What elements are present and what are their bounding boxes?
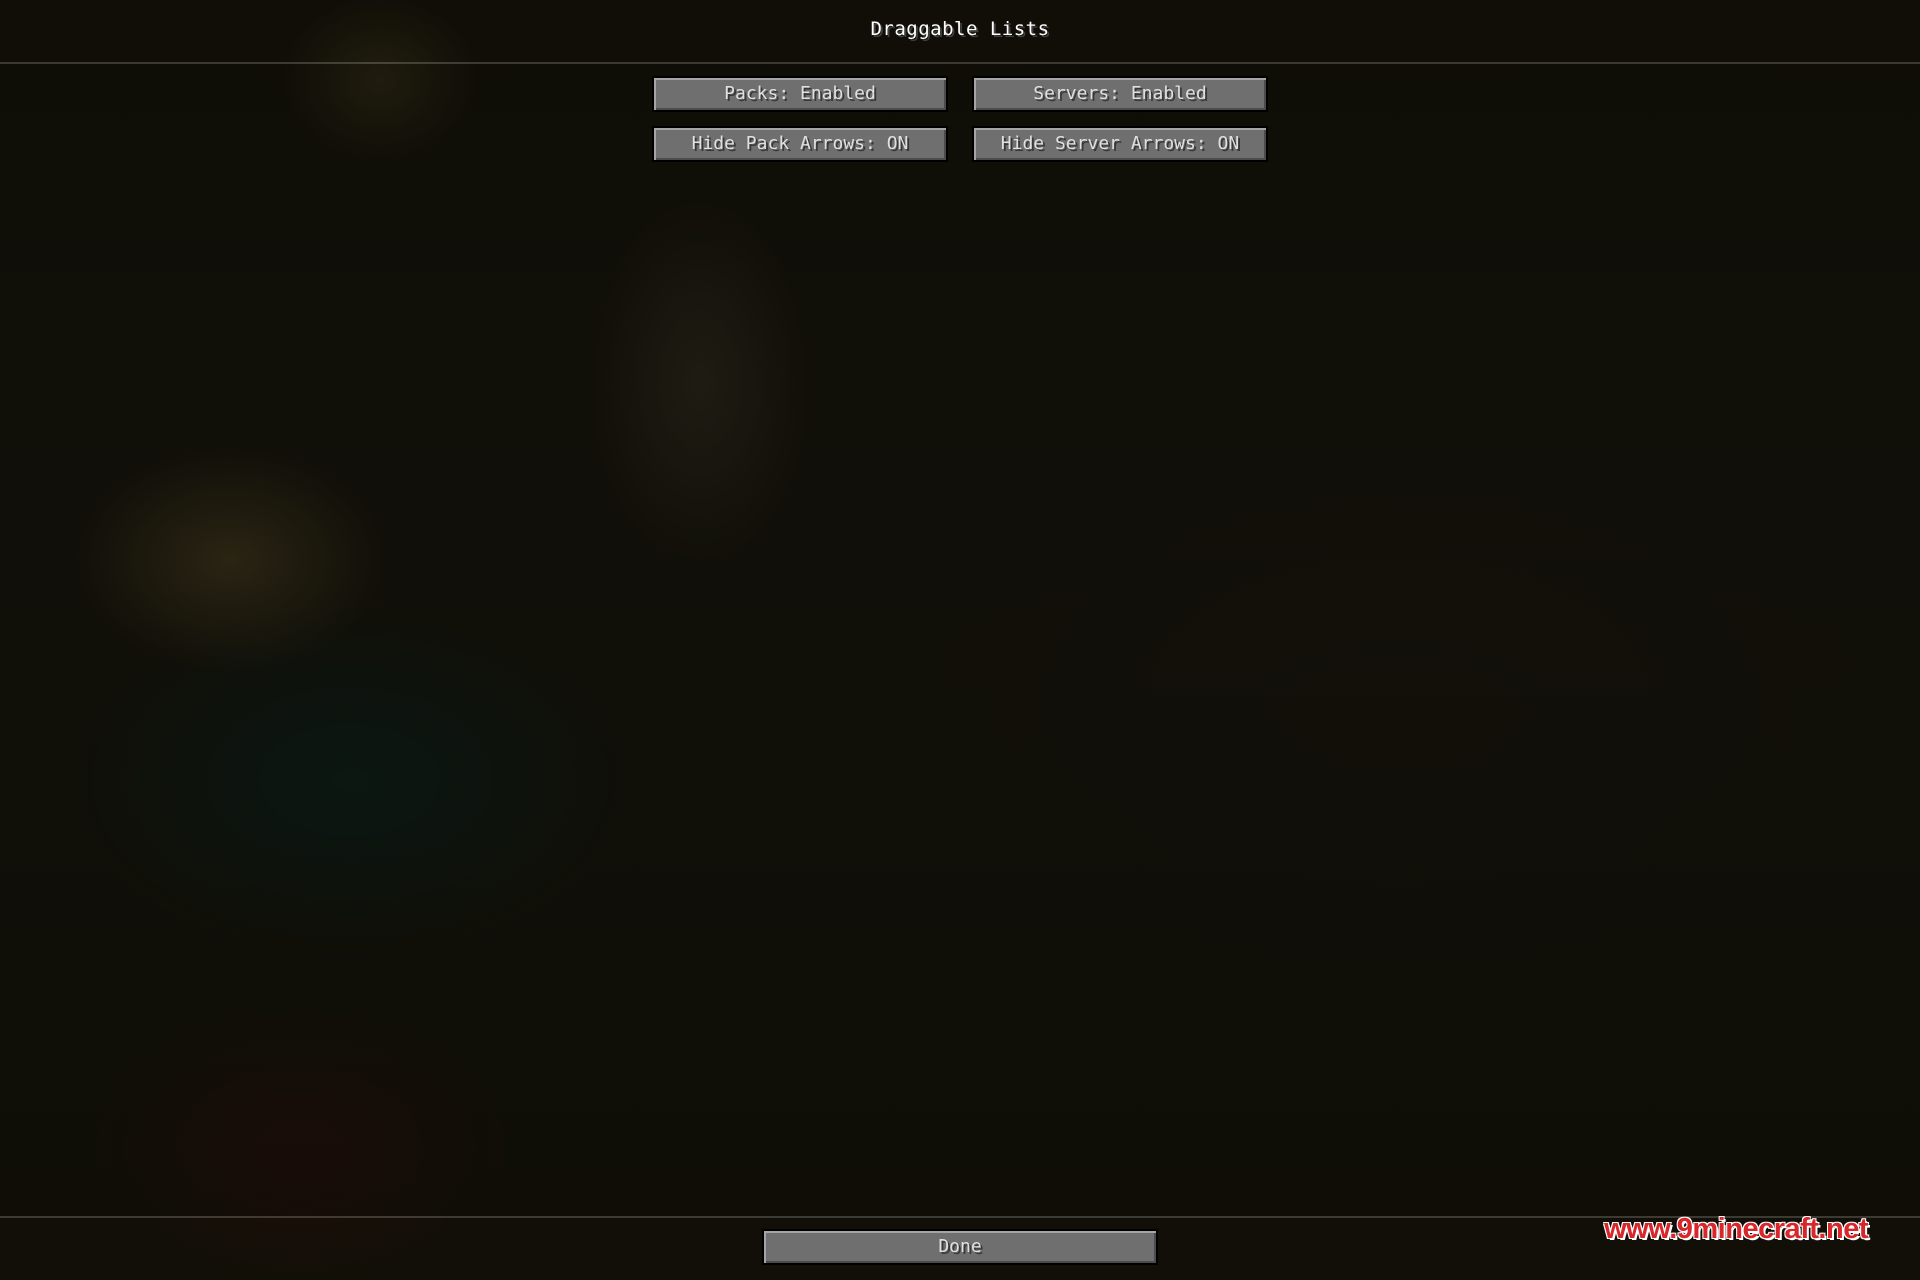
options-screen: Draggable Lists Packs: Enabled Servers: … — [0, 0, 1920, 1280]
packs-toggle-button[interactable]: Packs: Enabled — [652, 76, 948, 112]
options-list-area — [0, 64, 1920, 1216]
done-button[interactable]: Done — [762, 1229, 1158, 1265]
hide-pack-arrows-button[interactable]: Hide Pack Arrows: ON — [652, 126, 948, 162]
servers-toggle-button[interactable]: Servers: Enabled — [972, 76, 1268, 112]
hide-server-arrows-button[interactable]: Hide Server Arrows: ON — [972, 126, 1268, 162]
header-bar: Draggable Lists — [0, 0, 1920, 64]
watermark: www.9minecraft.net — [1604, 1213, 1868, 1245]
screen-title: Draggable Lists — [870, 18, 1050, 40]
